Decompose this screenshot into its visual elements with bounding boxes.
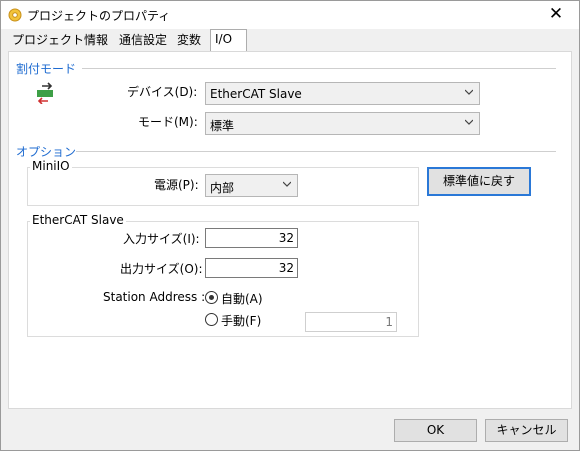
device-dropdown[interactable]: EtherCAT Slave	[205, 82, 480, 105]
section-divider	[76, 151, 556, 152]
tab-io[interactable]: I/O	[210, 29, 247, 52]
chevron-down-icon	[465, 89, 473, 95]
close-button[interactable]: ✕	[533, 1, 579, 29]
chevron-down-icon	[465, 119, 473, 125]
ethercat-group-title: EtherCAT Slave	[30, 213, 126, 227]
section-title-interrupt-mode: 割付モード	[16, 62, 77, 76]
station-address-label: Station Address :	[103, 290, 206, 304]
reset-defaults-button[interactable]: 標準値に戻す	[427, 167, 531, 196]
io-transfer-icon	[37, 82, 53, 104]
auto-radio-label[interactable]: 自動(A)	[221, 290, 263, 307]
miniio-group-title: MiniIO	[30, 159, 72, 173]
power-label: 電源(P):	[154, 178, 199, 192]
device-value: EtherCAT Slave	[210, 87, 302, 101]
mode-dropdown[interactable]: 標準	[205, 112, 480, 135]
manual-radio-label[interactable]: 手動(F)	[221, 312, 261, 329]
manual-radio[interactable]	[205, 313, 218, 326]
section-divider	[82, 68, 556, 69]
power-value: 内部	[210, 181, 235, 195]
tab-project-info[interactable]: プロジェクト情報	[8, 31, 112, 50]
title-bar: プロジェクトのプロパティ ✕	[1, 1, 579, 29]
mode-value: 標準	[210, 119, 235, 133]
device-label: デバイス(D):	[127, 85, 198, 99]
output-size-field[interactable]: 32	[205, 258, 298, 278]
tab-communication-settings[interactable]: 通信設定	[115, 31, 171, 50]
cancel-button[interactable]: キャンセル	[485, 419, 568, 442]
gear-icon	[8, 8, 22, 22]
io-panel: 割付モード デバイス(D): EtherCAT Slave モード(M): 標準…	[8, 51, 572, 409]
auto-radio[interactable]	[205, 291, 218, 304]
input-size-field[interactable]: 32	[205, 228, 298, 248]
window-title: プロジェクトのプロパティ	[27, 9, 171, 23]
mode-label: モード(M):	[138, 115, 198, 129]
output-size-label: 出力サイズ(O):	[120, 262, 203, 276]
input-size-label: 入力サイズ(I):	[123, 232, 200, 246]
power-dropdown[interactable]: 内部	[205, 174, 298, 197]
section-title-options: オプション	[16, 145, 77, 159]
ok-button[interactable]: OK	[394, 419, 477, 442]
tab-variables[interactable]: 変数	[173, 31, 205, 50]
chevron-down-icon	[283, 181, 291, 187]
project-properties-dialog: プロジェクトのプロパティ ✕ プロジェクト情報 通信設定 変数 I/O 割付モー…	[0, 0, 580, 451]
manual-address-field[interactable]: 1	[305, 312, 397, 332]
